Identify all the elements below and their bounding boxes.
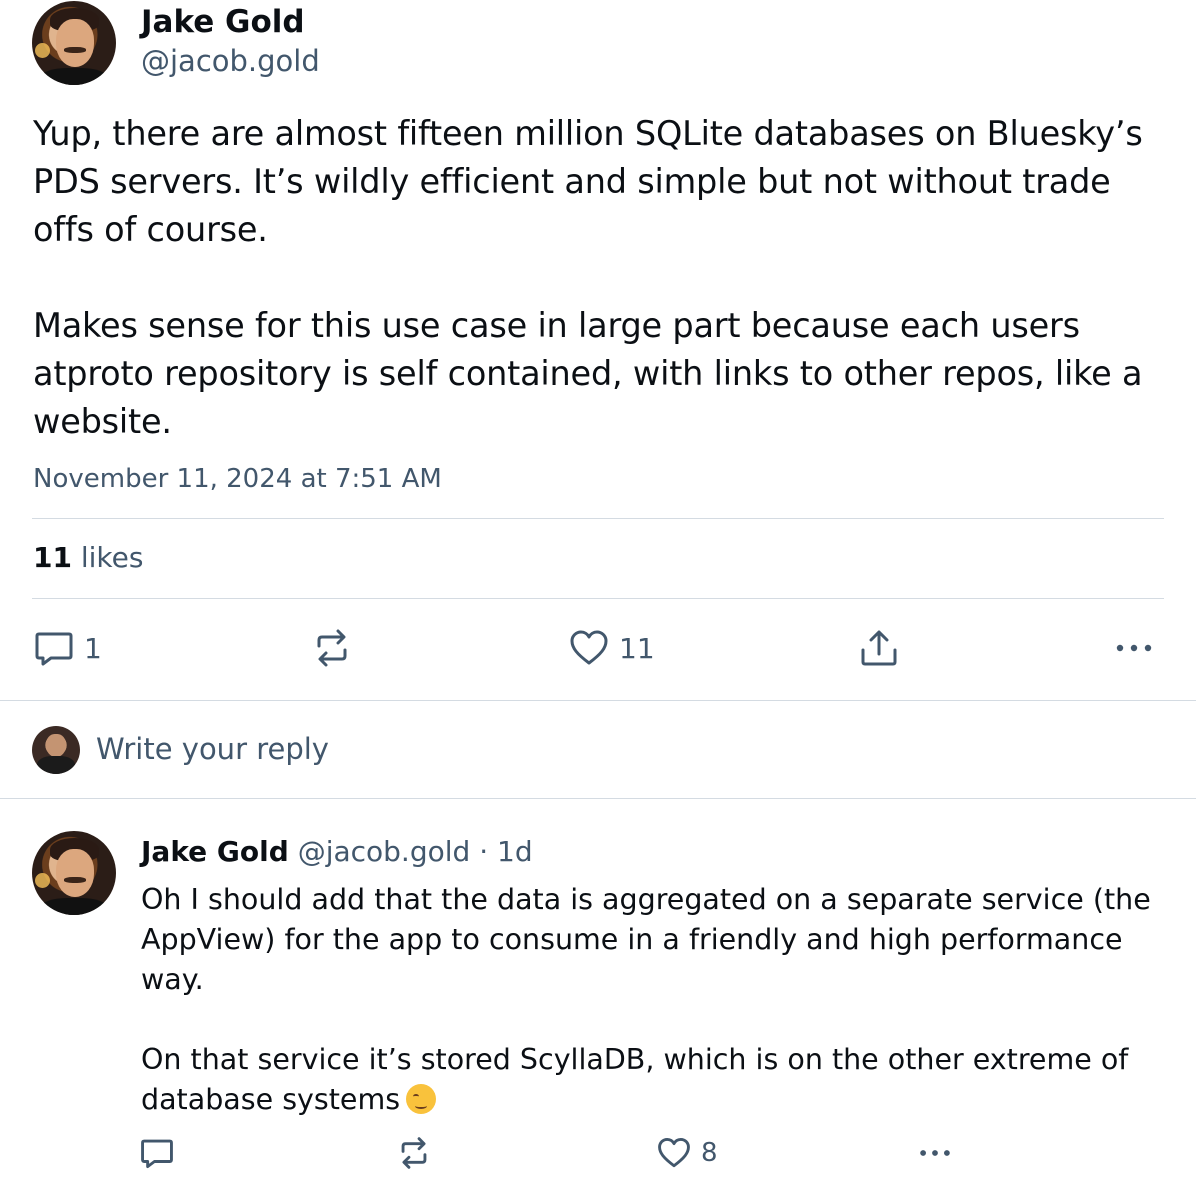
divider (0, 798, 1196, 799)
reply-button[interactable]: 1 (34, 628, 102, 668)
ellipsis-icon (1116, 644, 1152, 652)
more-options-button[interactable] (1114, 628, 1154, 668)
divider (32, 518, 1164, 519)
reply-author-handle[interactable]: @jacob.gold (298, 835, 471, 868)
share-button[interactable] (859, 628, 899, 668)
reply-paragraph: On that service it’s stored ScyllaDB, wh… (141, 1043, 1129, 1116)
reply-count: 1 (84, 631, 102, 665)
post-paragraph: Yup, there are almost fifteen million SQ… (33, 114, 1143, 249)
likes-label: likes (80, 541, 144, 574)
comment-icon (141, 1139, 173, 1169)
author-handle[interactable]: @jacob.gold (141, 44, 320, 78)
relieved-face-icon (406, 1084, 437, 1114)
reply-author-name[interactable]: Jake Gold (141, 835, 289, 868)
reply-more-options-button[interactable] (916, 1136, 954, 1170)
reply-comment-button[interactable] (140, 1136, 174, 1170)
repost-icon (317, 629, 347, 667)
repost-button[interactable] (313, 628, 351, 668)
ellipsis-icon (920, 1150, 950, 1156)
reply-age[interactable]: 1d (497, 835, 533, 868)
reply-repost-button[interactable] (398, 1136, 430, 1170)
heart-icon (658, 1137, 690, 1168)
repost-icon (401, 1137, 427, 1169)
post-paragraph: Makes sense for this use case in large p… (33, 306, 1143, 441)
divider (32, 598, 1164, 599)
reply-like-count: 8 (701, 1138, 718, 1168)
reply-paragraph: Oh I should add that the data is aggrega… (141, 883, 1151, 996)
author-avatar[interactable] (32, 1, 116, 85)
separator-dot: · (479, 835, 489, 868)
likes-summary[interactable]: 11 likes (33, 541, 143, 574)
share-icon (861, 630, 897, 666)
divider (0, 700, 1196, 701)
reply-header: Jake Gold @jacob.gold · 1d (141, 835, 533, 868)
post-timestamp: November 11, 2024 at 7:51 AM (33, 464, 442, 494)
comment-icon (35, 632, 73, 666)
like-button[interactable]: 11 (569, 628, 655, 668)
author-name[interactable]: Jake Gold (141, 4, 305, 40)
like-count: 11 (619, 631, 655, 665)
reply-like-button[interactable]: 8 (657, 1136, 718, 1170)
reply-author-avatar[interactable] (32, 831, 116, 915)
post-body: Yup, there are almost fifteen million SQ… (33, 110, 1173, 446)
reply-body: Oh I should add that the data is aggrega… (141, 880, 1161, 1120)
current-user-avatar (32, 726, 80, 774)
heart-icon (570, 630, 608, 665)
reply-input[interactable]: Write your reply (96, 732, 329, 766)
likes-count: 11 (33, 541, 72, 574)
